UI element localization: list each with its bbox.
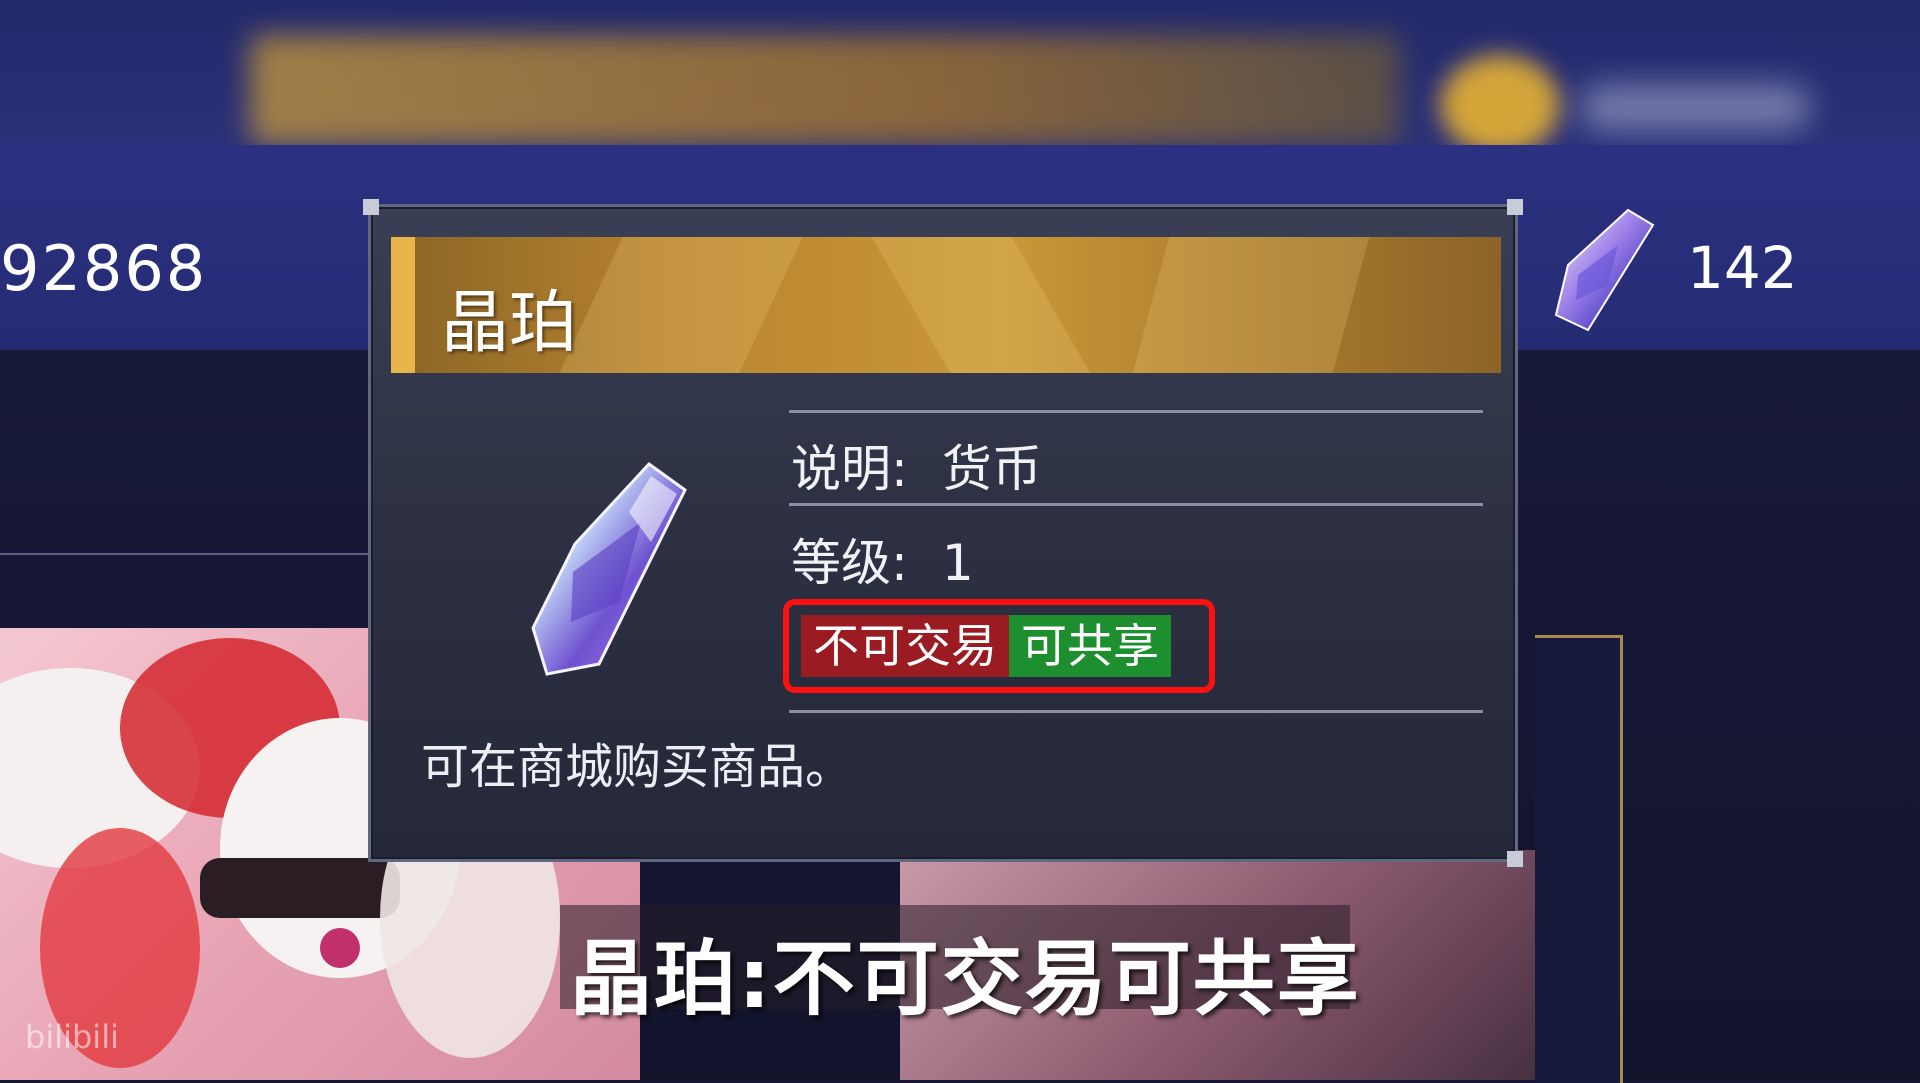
- blurred-coin-icon: [1440, 55, 1560, 155]
- item-title: 晶珀: [441, 284, 578, 363]
- corner-ornament: [1507, 199, 1523, 215]
- divider: [0, 553, 380, 555]
- blurred-banner: [250, 35, 1400, 145]
- item-tooltip: 晶珀 说明: 货币 等级: 1 不可交易 可共享 可在商城购买商品。: [363, 199, 1523, 867]
- row-value: 1: [941, 534, 974, 592]
- crystal-gem-icon: [501, 452, 701, 696]
- item-description: 可在商城购买商品。: [421, 739, 854, 795]
- row-label: 等级:: [791, 534, 908, 592]
- currency-amount-left: 92868: [0, 232, 208, 305]
- crystal-icon: [1548, 205, 1658, 339]
- tag-highlight-box: 不可交易 可共享: [783, 599, 1215, 693]
- shareable-tag: 可共享: [1009, 615, 1171, 677]
- corner-ornament: [363, 199, 379, 215]
- untradable-tag: 不可交易: [801, 615, 1009, 677]
- info-row-description: 说明: 货币: [791, 429, 1042, 501]
- corner-ornament: [1507, 851, 1523, 867]
- separator: [789, 710, 1483, 713]
- info-row-level: 等级: 1: [791, 523, 974, 595]
- header-accent: [391, 237, 415, 373]
- currency-amount-right: 142: [1687, 234, 1798, 302]
- blurred-label: [1580, 85, 1810, 130]
- video-subtitle: 晶珀:不可交易可共享: [570, 932, 1361, 1027]
- row-label: 说明:: [791, 440, 908, 498]
- tooltip-header: 晶珀: [391, 237, 1501, 373]
- separator: [789, 410, 1483, 413]
- separator: [789, 503, 1483, 506]
- watermark: bilibili: [25, 1018, 119, 1056]
- row-value: 货币: [941, 440, 1042, 498]
- card-frame: [1535, 635, 1623, 1083]
